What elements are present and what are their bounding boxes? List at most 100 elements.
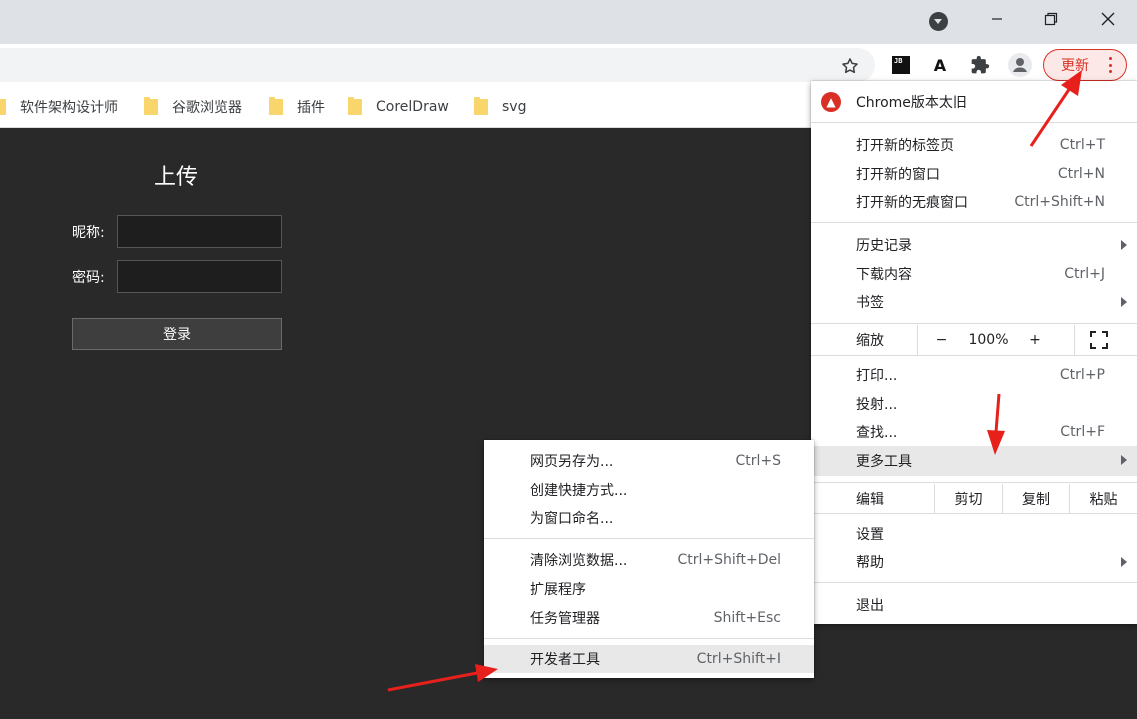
menu-item-name-window[interactable]: 为窗口命名... [484,504,814,532]
bookmark-folder-plugins[interactable]: 插件 [269,96,325,118]
profile-avatar-icon [1008,53,1032,77]
menu-separator [811,355,1137,356]
title-bar [0,0,1137,44]
menu-item-label: 下载内容 [856,267,912,283]
submenu-arrow-icon [1121,455,1127,465]
paste-button[interactable]: 粘贴 [1069,484,1137,513]
menu-item-extensions[interactable]: 扩展程序 [484,575,814,603]
menu-item-label: 历史记录 [856,238,912,254]
jetbrains-extension-button[interactable]: JB [888,52,914,78]
menu-item-label: 网页另存为... [530,454,614,470]
nickname-input[interactable] [117,215,282,248]
menu-item-shortcut: Ctrl+N [1057,166,1105,182]
menu-item-label: 任务管理器 [530,611,600,627]
menu-item-incognito[interactable]: 打开新的无痕窗口 Ctrl+Shift+N [811,188,1137,216]
update-menu-button[interactable]: 更新 [1043,49,1127,81]
toolbar: JB A 更新 [0,44,1137,86]
profile-menu-icon[interactable] [929,12,948,31]
bookmark-folder-chrome[interactable]: 谷歌浏览器 [144,96,242,118]
cut-button[interactable]: 剪切 [934,484,1002,513]
restore-icon [1044,12,1058,26]
menu-item-label: 为窗口命名... [530,511,614,527]
folder-icon [0,99,6,115]
menu-item-label: 清除浏览数据... [530,553,628,569]
menu-item-label: 编辑 [856,491,884,508]
menu-item-new-tab[interactable]: 打开新的标签页 Ctrl+T [811,131,1137,159]
menu-separator [811,482,1137,483]
nickname-label: 昵称: [72,225,105,241]
folder-icon [144,97,158,115]
menu-item-label: 帮助 [856,555,884,571]
bookmark-label: svg [502,99,527,115]
menu-item-task-manager[interactable]: 任务管理器 Shift+Esc [484,604,814,632]
menu-item-settings[interactable]: 设置 [811,520,1137,548]
address-bar[interactable] [0,48,875,82]
minimize-button[interactable] [969,0,1025,38]
star-icon [842,58,858,74]
menu-separator [811,323,1137,324]
menu-item-shortcut: Ctrl+F [1060,424,1105,440]
menu-item-downloads[interactable]: 下载内容 Ctrl+J [811,260,1137,288]
extensions-button[interactable] [967,52,993,78]
zoom-out-button[interactable]: − [917,325,965,355]
restore-button[interactable] [1023,0,1079,38]
translate-extension-button[interactable]: A [927,52,953,78]
zoom-level: 100% [968,332,1009,348]
bookmark-star-button[interactable] [837,53,863,79]
menu-item-label: 打印... [856,368,898,384]
close-button[interactable] [1080,0,1136,38]
menu-separator [484,538,814,539]
submenu-arrow-icon [1121,297,1127,307]
menu-item-save-page[interactable]: 网页另存为... Ctrl+S [484,447,814,475]
zoom-in-button[interactable]: + [1015,325,1055,355]
folder-icon [474,97,488,115]
more-tools-submenu: 网页另存为... Ctrl+S 创建快捷方式... 为窗口命名... 清除浏览数… [484,440,814,678]
menu-item-shortcut: Shift+Esc [713,610,781,626]
folder-icon [269,97,283,115]
close-icon [1101,12,1115,26]
menu-item-label: 投射... [856,397,898,413]
menu-separator [811,582,1137,583]
menu-item-label: 开发者工具 [530,652,600,668]
menu-item-label: 扩展程序 [530,582,586,598]
menu-separator [811,513,1137,514]
menu-item-label: 更多工具 [856,454,912,470]
bookmark-folder-svg[interactable]: svg [474,96,526,118]
profile-avatar-button[interactable] [1007,52,1033,78]
menu-item-shortcut: Ctrl+Shift+I [696,651,781,667]
bookmark-folder-architecture[interactable]: 软件架构设计师 [0,96,118,118]
menu-item-find[interactable]: 查找... Ctrl+F [811,418,1137,446]
menu-item-shortcut: Ctrl+S [735,453,781,469]
menu-item-exit[interactable]: 退出 [811,591,1137,619]
translate-a-icon: A [933,55,947,75]
menu-item-label: 缩放 [856,333,884,349]
submenu-arrow-icon [1121,240,1127,250]
menu-item-print[interactable]: 打印... Ctrl+P [811,361,1137,389]
menu-item-shortcut: Ctrl+T [1059,137,1105,153]
menu-item-dev-tools[interactable]: 开发者工具 Ctrl+Shift+I [484,645,814,673]
chrome-main-menu: ▲ Chrome版本太旧 打开新的标签页 Ctrl+T 打开新的窗口 Ctrl+… [811,81,1137,624]
menu-item-new-window[interactable]: 打开新的窗口 Ctrl+N [811,160,1137,188]
menu-item-clear-data[interactable]: 清除浏览数据... Ctrl+Shift+Del [484,546,814,574]
menu-item-bookmarks[interactable]: 书签 [811,288,1137,316]
fullscreen-icon [1089,331,1108,349]
copy-button[interactable]: 复制 [1002,484,1069,513]
menu-item-history[interactable]: 历史记录 [811,231,1137,259]
jetbrains-icon-text: JB [894,57,903,65]
menu-item-label: 设置 [856,527,884,543]
menu-item-help[interactable]: 帮助 [811,548,1137,576]
bookmark-label: 软件架构设计师 [20,100,118,116]
menu-separator [811,122,1137,123]
login-button[interactable]: 登录 [72,318,282,350]
menu-item-label: 创建快捷方式... [530,483,628,499]
menu-item-update[interactable]: ▲ Chrome版本太旧 [811,88,1137,116]
menu-item-create-shortcut[interactable]: 创建快捷方式... [484,476,814,504]
bookmark-folder-coreldraw[interactable]: CorelDraw [348,96,449,118]
password-input[interactable] [117,260,282,293]
fullscreen-button[interactable] [1074,325,1122,355]
menu-item-cast[interactable]: 投射... [811,390,1137,418]
menu-item-label: Chrome版本太旧 [856,95,967,111]
menu-item-more-tools[interactable]: 更多工具 [811,446,1137,476]
folder-icon [348,97,362,115]
bookmark-label: CorelDraw [376,99,449,115]
